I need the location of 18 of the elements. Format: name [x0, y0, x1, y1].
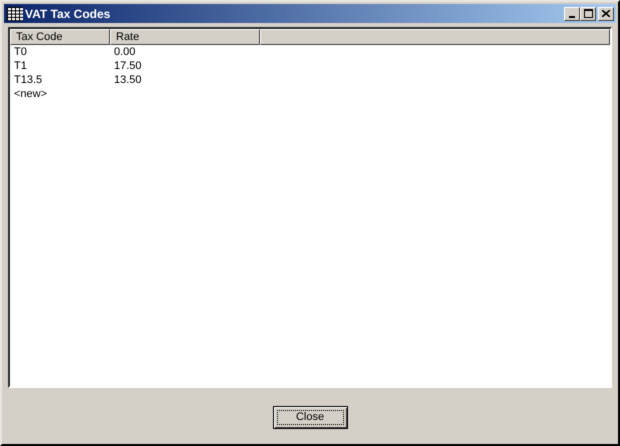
maximize-button[interactable]: [580, 6, 596, 20]
table-cell-text: 17.50: [114, 59, 143, 73]
minimize-button[interactable]: [564, 6, 580, 20]
minimize-icon: [569, 16, 575, 18]
table-cell-text: T0: [14, 45, 28, 59]
table-cell-text: 0.00: [114, 45, 136, 59]
close-icon: [602, 10, 610, 17]
close-button[interactable]: [598, 6, 614, 20]
grid-icon: [7, 6, 23, 20]
table-cell-text: T1: [14, 59, 28, 73]
column-header[interactable]: Tax Code: [10, 29, 110, 45]
close-button[interactable]: Close: [272, 406, 348, 428]
column-header[interactable]: Rate: [110, 29, 260, 45]
table-cell-text: 13.50: [114, 73, 143, 87]
table-cell-text: T13.5: [14, 73, 44, 87]
table-cell-text: <new>: [14, 87, 48, 101]
window-title: VAT Tax Codes: [25, 6, 112, 20]
maximize-icon: [584, 8, 592, 18]
